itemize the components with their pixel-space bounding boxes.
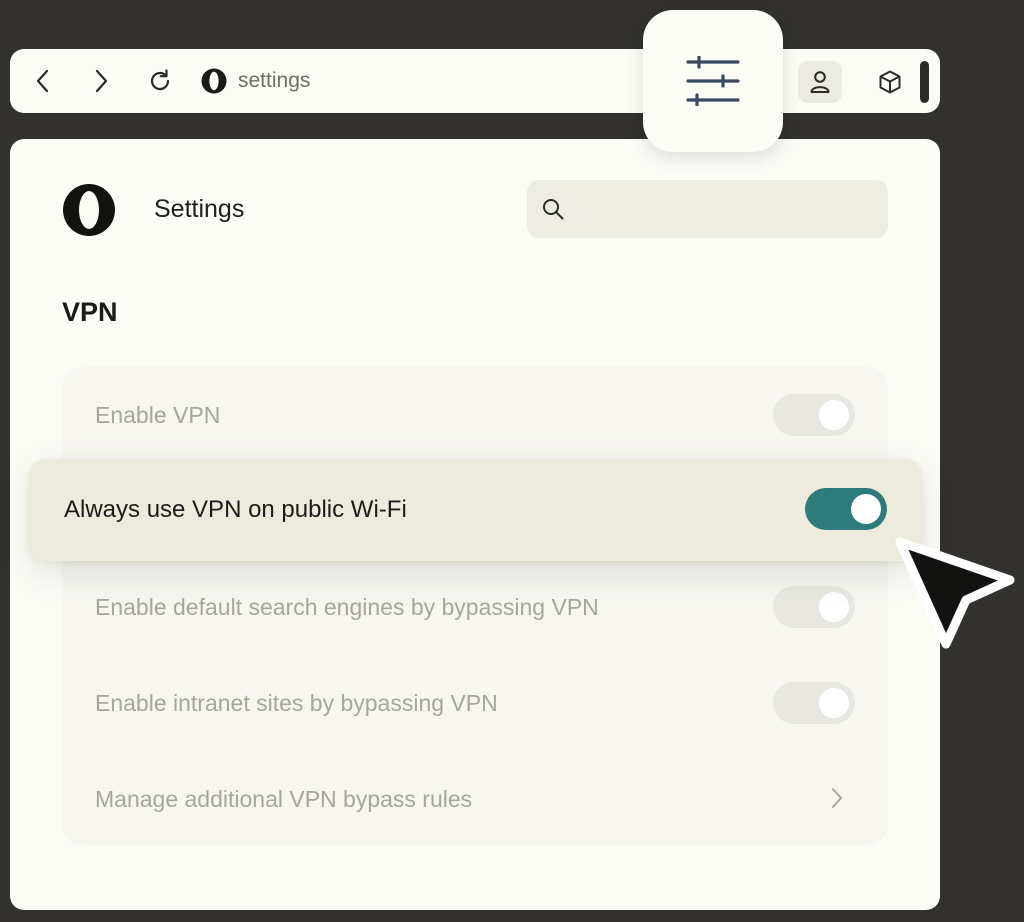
vpn-settings-group: Enable VPN Enable default search engines… xyxy=(62,367,888,845)
search-icon xyxy=(543,199,564,220)
opera-logo-icon xyxy=(63,184,115,236)
public-wifi-vpn-toggle[interactable] xyxy=(805,488,887,530)
extensions-button[interactable] xyxy=(872,64,908,100)
chevron-right-icon xyxy=(832,788,842,808)
setting-row-bypass-rules[interactable]: Manage additional VPN bypass rules xyxy=(62,751,888,847)
person-icon xyxy=(810,71,830,93)
back-button[interactable] xyxy=(27,65,59,97)
cube-icon xyxy=(879,70,901,94)
sidebar-handle[interactable] xyxy=(920,61,929,103)
reload-button[interactable] xyxy=(144,65,176,97)
sliders-icon xyxy=(686,56,740,106)
customize-button[interactable] xyxy=(643,10,783,152)
browser-toolbar: settings xyxy=(10,49,940,113)
search-input[interactable] xyxy=(577,180,881,240)
setting-label: Enable intranet sites by bypassing VPN xyxy=(95,690,498,716)
setting-label: Enable default search engines by bypassi… xyxy=(95,594,599,620)
toggle-knob xyxy=(851,494,881,524)
setting-row-public-wifi: Always use VPN on public Wi-Fi xyxy=(29,459,922,561)
section-title: VPN xyxy=(62,297,118,327)
toggle-knob xyxy=(819,592,849,622)
setting-row-enable-vpn: Enable VPN xyxy=(62,367,888,463)
address-text: settings xyxy=(238,69,311,92)
intranet-bypass-toggle[interactable] xyxy=(773,682,855,724)
enable-vpn-toggle[interactable] xyxy=(773,394,855,436)
setting-label: Enable VPN xyxy=(95,402,221,428)
forward-button[interactable] xyxy=(85,65,117,97)
mouse-cursor-icon xyxy=(895,537,1015,649)
toggle-knob xyxy=(819,400,849,430)
page-title: Settings xyxy=(154,195,245,223)
profile-button[interactable] xyxy=(798,61,842,103)
setting-row-intranet-bypass: Enable intranet sites by bypassing VPN xyxy=(62,655,888,751)
setting-label: Manage additional VPN bypass rules xyxy=(95,786,473,812)
chevron-left-icon xyxy=(36,69,49,93)
chevron-right-icon xyxy=(95,69,108,93)
search-box[interactable] xyxy=(527,180,888,240)
address-bar[interactable]: settings xyxy=(200,65,310,97)
toggle-knob xyxy=(819,688,849,718)
setting-label: Always use VPN on public Wi-Fi xyxy=(64,496,407,523)
reload-icon xyxy=(150,69,170,91)
opera-logo-icon xyxy=(201,68,227,94)
search-bypass-toggle[interactable] xyxy=(773,586,855,628)
setting-row-search-bypass: Enable default search engines by bypassi… xyxy=(62,559,888,655)
